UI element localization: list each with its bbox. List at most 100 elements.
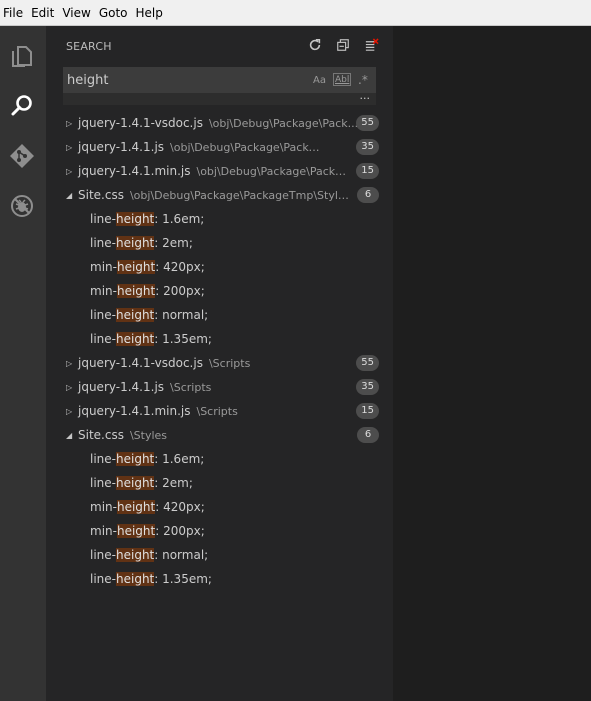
- result-file-row[interactable]: ◢ Site.css \Styles 6: [46, 423, 393, 447]
- refresh-icon[interactable]: [307, 37, 323, 53]
- match-text: : 200px;: [155, 284, 205, 298]
- match-text: min-: [90, 500, 117, 514]
- collapsed-chevron-icon[interactable]: ▷: [66, 143, 76, 152]
- result-match-row[interactable]: min-height: 200px;: [46, 519, 393, 543]
- match-highlight: height: [116, 524, 156, 538]
- match-count-badge: 6: [357, 187, 379, 203]
- result-file-path: \Scripts: [170, 380, 212, 394]
- result-file-name: jquery-1.4.1.js: [78, 140, 165, 154]
- collapsed-chevron-icon[interactable]: ▷: [66, 407, 76, 416]
- match-text: min-: [90, 284, 117, 298]
- search-box: Aa Abl .*: [63, 67, 376, 93]
- collapsed-chevron-icon[interactable]: ▷: [66, 383, 76, 392]
- result-file-path: \obj\Debug\Package\PackageTmp\Styles: [129, 188, 350, 202]
- git-icon[interactable]: [8, 142, 36, 170]
- toggle-search-details[interactable]: ...: [360, 89, 371, 102]
- match-highlight: height: [116, 548, 155, 562]
- menu-goto[interactable]: Goto: [95, 0, 132, 26]
- match-text: min-: [90, 260, 117, 274]
- result-file-row[interactable]: ▷ jquery-1.4.1-vsdoc.js \obj\Debug\Package…: [46, 111, 393, 135]
- menu-bar: File Edit View Goto Help: [0, 0, 591, 26]
- result-match-row[interactable]: line-height: 2em;: [46, 471, 393, 495]
- match-highlight: height: [116, 332, 155, 346]
- result-file-row[interactable]: ▷ jquery-1.4.1-vsdoc.js \Scripts 55: [46, 351, 393, 375]
- match-highlight: height: [116, 284, 156, 298]
- collapsed-chevron-icon[interactable]: ▷: [66, 119, 76, 128]
- collapsed-chevron-icon[interactable]: ▷: [66, 167, 76, 176]
- menu-edit[interactable]: Edit: [27, 0, 58, 26]
- result-file-name: Site.css: [78, 188, 124, 202]
- clear-results-icon[interactable]: [363, 37, 379, 53]
- match-text: : 1.35em;: [154, 572, 212, 586]
- match-text: min-: [90, 524, 117, 538]
- result-file-row[interactable]: ▷ jquery-1.4.1.min.js \obj\Debug\Package\P…: [46, 159, 393, 183]
- match-count-badge: 35: [356, 139, 379, 155]
- result-match-row[interactable]: line-height: 2em;: [46, 231, 393, 255]
- search-details-row: ...: [63, 89, 376, 105]
- result-match-row[interactable]: min-height: 200px;: [46, 279, 393, 303]
- result-match-row[interactable]: line-height: 1.35em;: [46, 327, 393, 351]
- match-highlight: height: [116, 452, 155, 466]
- match-text: line-: [90, 236, 116, 250]
- debug-icon[interactable]: [8, 192, 36, 220]
- result-file-row[interactable]: ◢ Site.css \obj\Debug\Package\PackageTmp\S…: [46, 183, 393, 207]
- result-file-path: \obj\Debug\Package\PackageTmp...: [170, 140, 320, 154]
- match-count-badge: 55: [356, 115, 379, 131]
- match-text: : 420px;: [155, 260, 205, 274]
- match-text: line-: [90, 476, 116, 490]
- match-count-badge: 15: [356, 403, 379, 419]
- result-match-row[interactable]: line-height: 1.35em;: [46, 567, 393, 591]
- activity-bar: [0, 26, 46, 701]
- match-count-badge: 55: [356, 355, 379, 371]
- menu-help[interactable]: Help: [132, 0, 167, 26]
- match-highlight: height: [116, 308, 155, 322]
- result-file-row[interactable]: ▷ jquery-1.4.1.min.js \Scripts 15: [46, 399, 393, 423]
- menu-file[interactable]: File: [0, 0, 27, 26]
- result-match-row[interactable]: line-height: 1.6em;: [46, 207, 393, 231]
- result-file-row[interactable]: ▷ jquery-1.4.1.js \Scripts 35: [46, 375, 393, 399]
- result-match-row[interactable]: min-height: 420px;: [46, 495, 393, 519]
- result-file-name: jquery-1.4.1-vsdoc.js: [78, 116, 203, 130]
- result-file-path: \obj\Debug\Package\Pack...: [208, 116, 359, 130]
- result-file-path: \Scripts: [196, 404, 238, 418]
- regex-toggle[interactable]: .*: [358, 72, 368, 88]
- match-highlight: height: [116, 236, 155, 250]
- match-count-badge: 15: [356, 163, 379, 179]
- match-highlight: height: [116, 500, 156, 514]
- search-input[interactable]: [67, 67, 302, 93]
- search-icon[interactable]: [8, 92, 36, 120]
- editor-area: [393, 26, 591, 701]
- match-text: line-: [90, 308, 116, 322]
- menu-view[interactable]: View: [58, 0, 94, 26]
- collapse-all-icon[interactable]: [335, 37, 351, 53]
- match-text: line-: [90, 452, 116, 466]
- match-count-badge: 6: [357, 427, 379, 443]
- result-match-row[interactable]: line-height: normal;: [46, 303, 393, 327]
- match-text: line-: [90, 212, 116, 226]
- match-text: : 2em;: [154, 236, 193, 250]
- sidebar-title: SEARCH: [66, 40, 112, 53]
- result-file-name: Site.css: [78, 428, 124, 442]
- match-case-toggle[interactable]: Aa: [313, 72, 326, 88]
- result-match-row[interactable]: min-height: 420px;: [46, 255, 393, 279]
- match-text: : 1.6em;: [154, 452, 205, 466]
- match-text: : 420px;: [155, 500, 205, 514]
- result-file-name: jquery-1.4.1.min.js: [78, 164, 191, 178]
- match-text: line-: [90, 548, 116, 562]
- result-match-row[interactable]: line-height: 1.6em;: [46, 447, 393, 471]
- result-match-row[interactable]: line-height: normal;: [46, 543, 393, 567]
- match-highlight: height: [116, 572, 155, 586]
- result-file-name: jquery-1.4.1-vsdoc.js: [78, 356, 203, 370]
- result-file-path: \Scripts: [208, 356, 251, 370]
- match-highlight: height: [116, 476, 155, 490]
- result-file-name: jquery-1.4.1.min.js: [78, 404, 191, 418]
- files-icon[interactable]: [8, 42, 36, 70]
- result-file-row[interactable]: ▷ jquery-1.4.1.js \obj\Debug\Package\Packa…: [46, 135, 393, 159]
- match-highlight: height: [116, 260, 156, 274]
- match-text: : 200px;: [155, 524, 205, 538]
- search-sidebar: SEARCH Aa Abl .* ... ▷jquery-1.4.1-vsdoc…: [46, 26, 393, 701]
- collapsed-chevron-icon[interactable]: ▷: [66, 359, 76, 368]
- expanded-chevron-icon[interactable]: ◢: [66, 191, 76, 200]
- whole-word-toggle[interactable]: Abl: [333, 73, 352, 86]
- expanded-chevron-icon[interactable]: ◢: [66, 431, 76, 440]
